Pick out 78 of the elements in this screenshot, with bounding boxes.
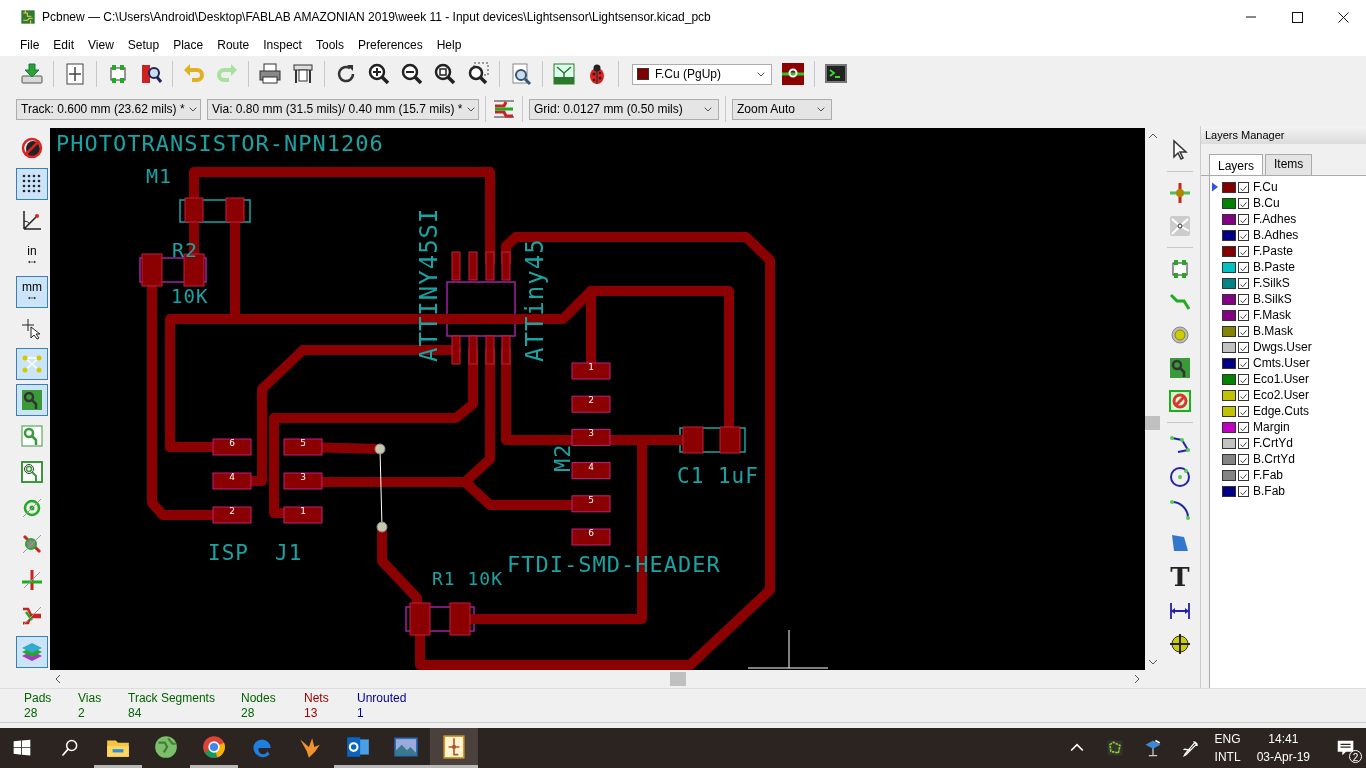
menu-item[interactable]: Setup: [127, 38, 160, 52]
menu-item[interactable]: File: [20, 38, 40, 52]
smd-pad: 4: [212, 472, 252, 490]
layer-name[interactable]: Margin: [1253, 420, 1290, 434]
stat-label: Unrouted: [357, 690, 407, 706]
layer-name[interactable]: B.SilkS: [1253, 292, 1292, 306]
layer-name[interactable]: B.Fab: [1253, 484, 1285, 498]
smd-pad: 2: [212, 506, 252, 524]
track-width-dropdown[interactable]: Track: 0.600 mm (23.62 mils) *: [16, 98, 201, 120]
units-toggle[interactable]: mm: [16, 276, 48, 308]
menu-item[interactable]: Tools: [315, 38, 344, 52]
layer-name[interactable]: B.Cu: [1253, 196, 1280, 210]
layer-dropdown[interactable]: F.Cu (PgUp): [632, 63, 772, 85]
layer-name[interactable]: Dwgs.User: [1253, 340, 1312, 354]
menu-item[interactable]: Inspect: [263, 38, 302, 52]
layer-name[interactable]: Cmts.User: [1253, 356, 1310, 370]
silkscreen-label: 10K: [171, 285, 209, 307]
smd-pad: 3: [571, 428, 611, 446]
notifications-button[interactable]: 2: [1326, 728, 1366, 768]
menu-item[interactable]: View: [88, 38, 114, 52]
stat-label: Track Segments: [128, 690, 216, 706]
window-title: Pcbnew — C:\Users\Android\Desktop\FABLAB AMAZONIAN 2019\week 11 - Input devices\Lightsensor\Lightsensor.kicad_pcb: [42, 10, 712, 24]
layer-name[interactable]: B.Adhes: [1253, 228, 1299, 242]
menu-item[interactable]: Preferences: [357, 38, 423, 52]
smd-pad: 3: [283, 472, 323, 490]
smd-pad: 2: [571, 395, 611, 413]
stat-label: Vias: [78, 690, 103, 706]
silkscreen-label: R1 10K: [432, 568, 504, 589]
text-tool[interactable]: T: [1170, 564, 1190, 590]
layer-name[interactable]: F.Cu: [1253, 180, 1278, 194]
language-indicator[interactable]: ENG INTL: [1214, 730, 1241, 766]
smd-pad: 6: [571, 528, 611, 546]
layer-name[interactable]: Eco1.User: [1253, 372, 1310, 386]
via-size-dropdown[interactable]: Via: 0.80 mm (31.5 mils)/ 0.40 mm (15.7 mils) *: [207, 98, 479, 120]
silkscreen-label: J1: [275, 541, 303, 565]
menu-item[interactable]: Place: [173, 38, 204, 52]
stat-value: 1: [357, 705, 365, 721]
menu-item[interactable]: Edit: [53, 38, 75, 52]
panel-tab[interactable]: Layers: [1209, 154, 1264, 175]
silkscreen-label: ATTiny45: [521, 238, 549, 362]
silkscreen-label: ISP: [208, 541, 249, 565]
stat-label: Nets: [304, 690, 330, 706]
stat-value: 28: [24, 705, 39, 721]
smd-pad: 1: [571, 362, 611, 380]
silkscreen-label: M1: [146, 164, 173, 188]
silkscreen-label: PHOTOTRANSISTOR-NPN1206: [56, 131, 384, 156]
layer-name[interactable]: F.SilkS: [1253, 276, 1290, 290]
layer-name[interactable]: F.Fab: [1253, 468, 1283, 482]
zoom-dropdown[interactable]: Zoom Auto: [732, 98, 832, 120]
smd-pad: 5: [283, 438, 323, 456]
smd-pad: 4: [571, 461, 611, 480]
panel-tab[interactable]: Items: [1265, 154, 1313, 175]
layer-name[interactable]: Eco2.User: [1253, 388, 1310, 402]
smd-pad: 1: [283, 506, 323, 524]
layer-name[interactable]: B.CrtYd: [1253, 452, 1295, 466]
silkscreen-label: ATTINY45SI: [415, 207, 443, 362]
layer-name[interactable]: F.Paste: [1253, 244, 1294, 258]
layer-name[interactable]: F.Adhes: [1253, 212, 1297, 226]
silkscreen-label: C1 1uF: [677, 464, 759, 488]
layer-name[interactable]: F.CrtYd: [1253, 436, 1293, 450]
layer-name[interactable]: B.Paste: [1253, 260, 1296, 274]
smd-pad: 6: [212, 438, 252, 456]
layer-name[interactable]: F.Mask: [1253, 308, 1291, 322]
layer-name[interactable]: B.Mask: [1253, 324, 1293, 338]
layer-name[interactable]: Edge.Cuts: [1253, 404, 1310, 418]
menu-item[interactable]: Help: [436, 38, 462, 52]
smd-pad: 5: [571, 494, 611, 513]
panel-title: Layers Manager: [1201, 126, 1366, 144]
stat-value: 13: [304, 705, 319, 721]
stat-value: 2: [78, 705, 86, 721]
stat-value: 28: [241, 705, 256, 721]
grid-dropdown[interactable]: Grid: 0.0127 mm (0.50 mils): [529, 98, 719, 120]
stat-value: 84: [128, 705, 143, 721]
menu-item[interactable]: Route: [217, 38, 250, 52]
stat-label: Pads: [24, 690, 53, 706]
stat-label: Nodes: [241, 690, 277, 706]
clock[interactable]: 14:41 03-Apr-19: [1250, 730, 1316, 766]
units-toggle[interactable]: in: [16, 240, 48, 272]
